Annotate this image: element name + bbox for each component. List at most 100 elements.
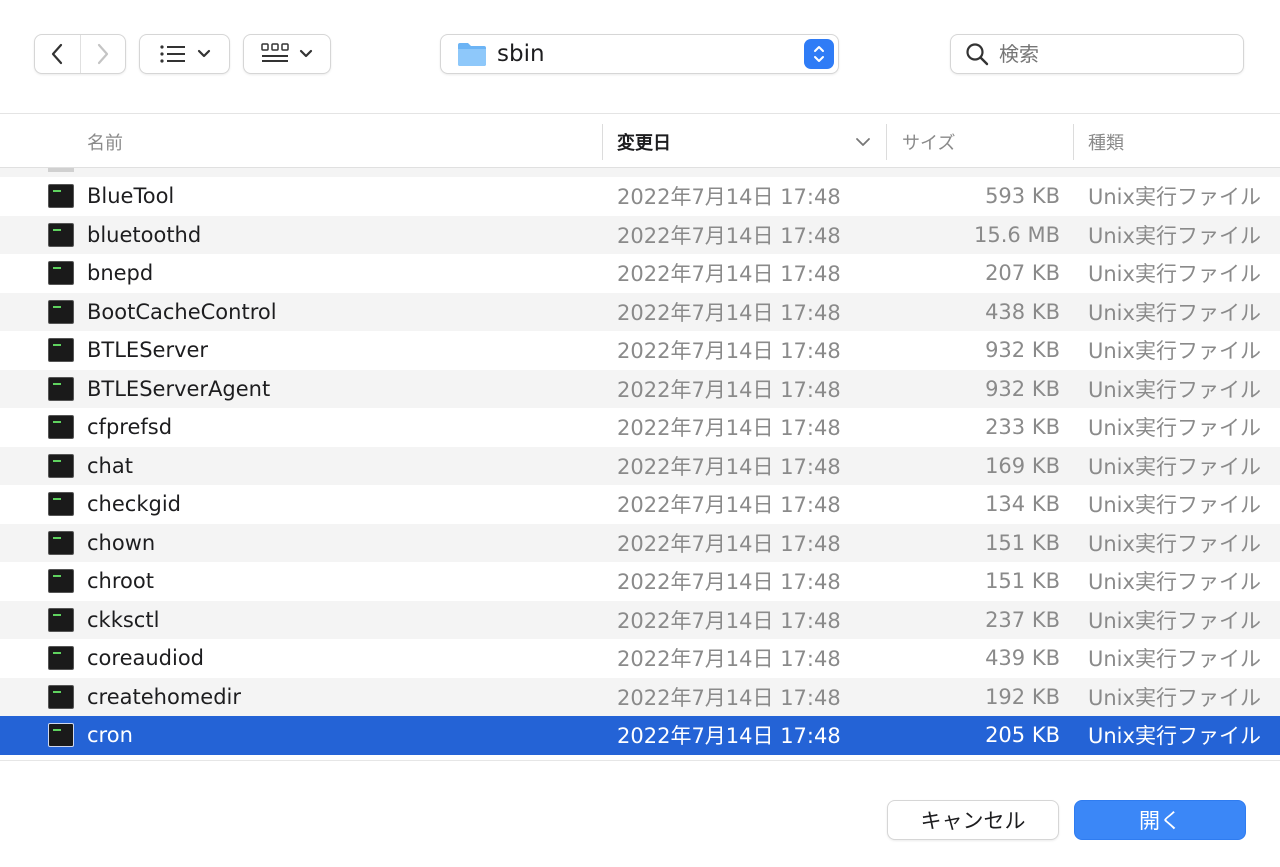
partial-row [0,168,1280,177]
file-list[interactable]: BlueTool 2022年7月14日 17:48 593 KB Unix実行ファイル… [0,168,1280,760]
file-name: chroot [87,569,154,594]
cancel-button[interactable]: キャンセル [887,800,1059,840]
file-name: ckksctl [87,607,160,632]
file-date: 2022年7月14日 17:48 [617,300,841,325]
cancel-label: キャンセル [920,809,1026,833]
file-size: 932 KB [985,376,1060,401]
file-name: bluetoothd [87,222,202,247]
chevron-down-icon [197,49,210,58]
column-divider[interactable] [602,124,603,160]
file-size: 205 KB [985,723,1060,748]
file-size: 134 KB [985,492,1060,517]
search-icon [966,43,989,66]
file-row[interactable]: ckksctl 2022年7月14日 17:48 237 KB Unix実行ファイル [0,600,1280,639]
file-row[interactable]: createhomedir 2022年7月14日 17:48 192 KB Unix実… [0,677,1280,716]
file-kind: Unix実行ファイル [1088,493,1261,518]
file-size: 237 KB [985,607,1060,632]
file-name: coreaudiod [87,646,205,671]
file-row[interactable]: BlueTool 2022年7月14日 17:48 593 KB Unix実行ファイル [0,177,1280,216]
file-date: 2022年7月14日 17:48 [617,339,841,364]
column-date-label: 変更日 [617,132,671,154]
chevron-left-icon [52,43,63,65]
file-size: 207 KB [985,261,1060,286]
grid-view-button[interactable] [243,34,331,74]
path-popup-button[interactable]: sbin [440,34,839,74]
file-row[interactable]: bluetoothd 2022年7月14日 17:48 15.6 MB Unix実行フ… [0,215,1280,254]
file-kind: Unix実行ファイル [1088,570,1261,595]
file-size: 438 KB [985,299,1060,324]
file-kind: Unix実行ファイル [1088,377,1261,402]
file-date: 2022年7月14日 17:48 [617,685,841,710]
file-date: 2022年7月14日 17:48 [617,608,841,633]
file-size: 192 KB [985,684,1060,709]
column-divider[interactable] [1073,124,1074,160]
open-label: 開く [1139,809,1181,833]
terminal-exec-icon [48,492,74,516]
column-header: 名前 変更日 サイズ 種類 [0,115,1280,168]
terminal-exec-icon [48,415,74,439]
terminal-exec-icon [48,376,74,401]
file-size: 151 KB [985,530,1060,555]
back-button[interactable] [35,35,80,73]
file-size: 439 KB [985,646,1060,671]
file-name: BTLEServer [87,338,209,363]
file-row[interactable]: coreaudiod 2022年7月14日 17:48 439 KB Unix実行ファ… [0,639,1280,678]
open-button[interactable]: 開く [1074,800,1246,840]
file-row[interactable]: checkgid 2022年7月14日 17:48 134 KB Unix実行ファイル [0,485,1280,524]
file-date: 2022年7月14日 17:48 [617,377,841,402]
file-kind: Unix実行ファイル [1088,185,1261,210]
file-name: cfprefsd [87,415,173,440]
file-kind: Unix実行ファイル [1088,339,1261,364]
column-size[interactable]: サイズ [902,115,955,168]
terminal-exec-icon [48,569,74,593]
column-name-label: 名前 [87,132,123,154]
terminal-exec-icon [48,646,74,670]
search-input[interactable] [999,42,1219,66]
column-kind[interactable]: 種類 [1088,115,1124,168]
file-date: 2022年7月14日 17:48 [617,185,841,210]
terminal-exec-icon [48,338,74,362]
toolbar: sbin [0,0,1280,114]
grid-view-icon [261,43,289,62]
stepper-icon [804,39,834,69]
column-date[interactable]: 変更日 [617,115,671,168]
file-name: BTLEServerAgent [87,376,271,401]
file-date: 2022年7月14日 17:48 [617,531,841,556]
file-size: 151 KB [985,569,1060,594]
file-kind: Unix実行ファイル [1088,416,1261,441]
file-date: 2022年7月14日 17:48 [617,223,841,248]
file-size: 169 KB [985,453,1060,478]
column-divider[interactable] [886,124,887,160]
column-name[interactable]: 名前 [87,115,123,168]
file-row[interactable]: BTLEServerAgent 2022年7月14日 17:48 932 KB Uni… [0,369,1280,408]
file-row[interactable]: chroot 2022年7月14日 17:48 151 KB Unix実行ファイル [0,562,1280,601]
folder-icon [458,43,486,66]
file-row[interactable]: cron 2022年7月14日 17:48 205 KB Unix実行ファイル [0,716,1280,755]
file-row[interactable]: chown 2022年7月14日 17:48 151 KB Unix実行ファイル [0,523,1280,562]
file-row[interactable]: BTLEServer 2022年7月14日 17:48 932 KB Unix実行ファ… [0,331,1280,370]
terminal-exec-icon [48,299,74,324]
chevron-right-icon [97,43,109,65]
file-kind: Unix実行ファイル [1088,223,1261,248]
file-kind: Unix実行ファイル [1088,300,1261,325]
chevron-down-icon [299,49,313,58]
file-date: 2022年7月14日 17:48 [617,647,841,672]
file-kind: Unix実行ファイル [1088,454,1261,479]
file-row[interactable]: bnepd 2022年7月14日 17:48 207 KB Unix実行ファイル [0,254,1280,293]
terminal-exec-icon [48,261,74,285]
file-size: 932 KB [985,338,1060,363]
list-view-button[interactable] [139,34,230,74]
search-field[interactable] [950,34,1244,74]
forward-button[interactable] [79,35,125,73]
file-row[interactable]: BootCacheControl 2022年7月14日 17:48 438 KB Un… [0,292,1280,331]
file-date: 2022年7月14日 17:48 [617,724,841,749]
file-row[interactable]: chat 2022年7月14日 17:48 169 KB Unix実行ファイル [0,446,1280,485]
dialog-footer: キャンセル 開く [0,760,1280,867]
file-kind: Unix実行ファイル [1088,531,1261,556]
file-row[interactable]: cfprefsd 2022年7月14日 17:48 233 KB Unix実行ファイル [0,408,1280,447]
file-date: 2022年7月14日 17:48 [617,493,841,518]
file-date: 2022年7月14日 17:48 [617,570,841,595]
file-date: 2022年7月14日 17:48 [617,454,841,479]
terminal-exec-icon [48,453,74,478]
file-kind: Unix実行ファイル [1088,724,1261,749]
